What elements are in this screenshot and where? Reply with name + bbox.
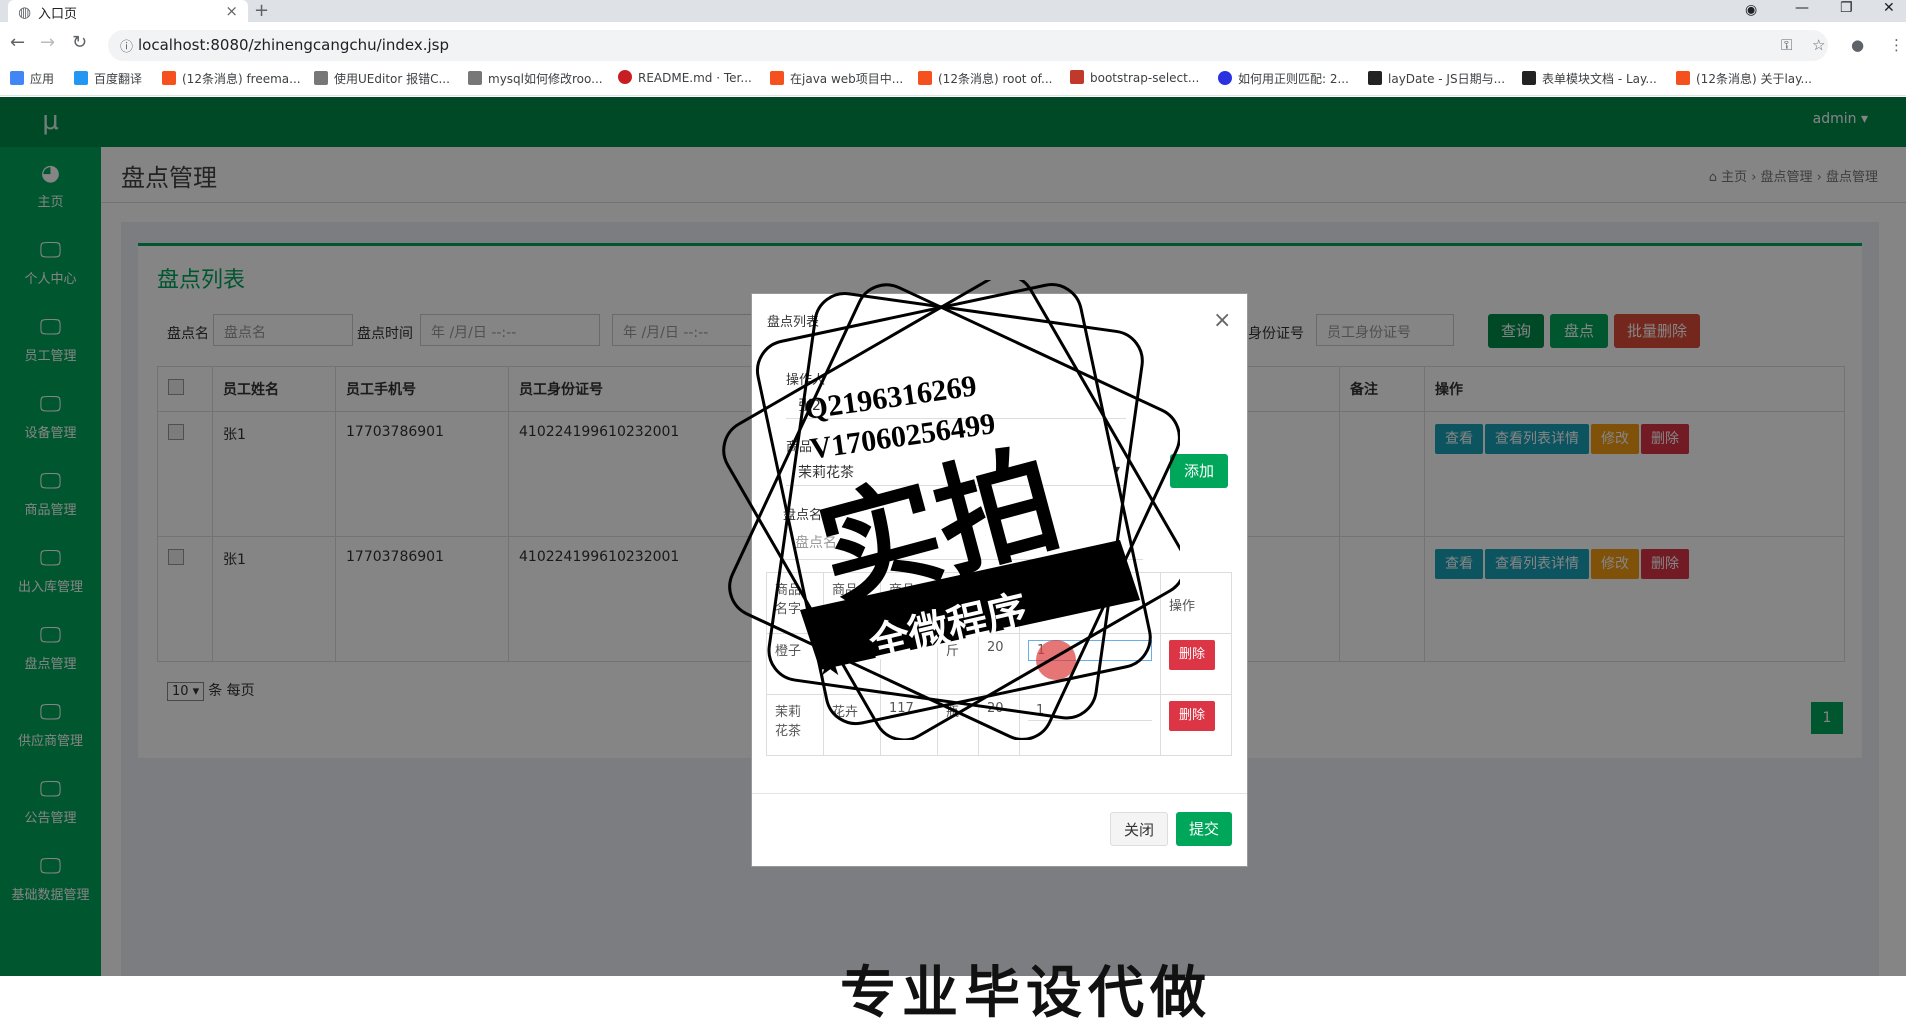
bookmark[interactable]: layDate - JS日期与... <box>1368 70 1505 87</box>
bookmark[interactable]: (12条消息) root of... <box>918 70 1052 87</box>
modal-close-button[interactable]: 关闭 <box>1110 812 1168 846</box>
bookmark[interactable]: 百度翻译 <box>74 70 142 87</box>
minimize-icon[interactable]: — <box>1795 0 1809 16</box>
browser-tab[interactable]: ◍ 入口页 × <box>8 0 248 22</box>
star-icon[interactable]: ☆ <box>1812 36 1825 54</box>
modal-close-icon[interactable]: × <box>1213 308 1231 333</box>
reload-icon[interactable]: ↻ <box>72 32 87 53</box>
new-tab-button[interactable]: + <box>254 0 269 21</box>
bookmark[interactable]: bootstrap-select... <box>1070 70 1199 85</box>
modal-footer-divider <box>752 793 1247 794</box>
key-icon[interactable]: ⚿ <box>1781 36 1792 54</box>
tab-title: 入口页 <box>38 7 78 22</box>
profile-dropdown-icon[interactable]: ◉ <box>1745 2 1757 18</box>
url-text: localhost:8080/zhinengcangchu/index.jsp <box>138 36 450 54</box>
window-close-icon[interactable]: ✕ <box>1883 0 1895 16</box>
forward-icon[interactable]: → <box>40 32 55 53</box>
bookmark[interactable]: mysql如何修改roo... <box>468 70 603 87</box>
address-bar[interactable]: ⓘ localhost:8080/zhinengcangchu/index.js… <box>108 30 1828 61</box>
tab-strip <box>0 0 1906 22</box>
account-icon[interactable]: ● <box>1851 36 1864 54</box>
bookmark[interactable]: 在java web项目中... <box>770 70 903 87</box>
star-icon: ★ <box>1090 554 1120 594</box>
menu-icon[interactable]: ⋮ <box>1889 36 1904 54</box>
video-caption: 专业毕设代做 <box>840 961 1212 1026</box>
bookmark[interactable]: 表单模块文档 - Lay... <box>1522 70 1657 87</box>
bookmark[interactable]: (12条消息) freema... <box>162 70 301 87</box>
back-icon[interactable]: ← <box>10 32 25 53</box>
bookmark[interactable]: README.md · Ter... <box>618 70 752 85</box>
close-tab-icon[interactable]: × <box>225 2 238 20</box>
watermark-stamp: Q2196316269 V17060256499 实拍 全微程序 ★ ★ <box>722 280 1180 740</box>
bookmark[interactable]: 使用UEditor 报错C... <box>314 70 450 87</box>
info-icon[interactable]: ⓘ <box>120 36 133 55</box>
modal-submit-button[interactable]: 提交 <box>1176 812 1232 846</box>
globe-icon: ◍ <box>18 3 32 21</box>
bookmark[interactable]: 如何用正则匹配: 2... <box>1218 70 1349 87</box>
restore-icon[interactable]: ❐ <box>1840 0 1853 16</box>
star-icon: ★ <box>815 644 845 684</box>
bookmark-apps[interactable]: 应用 <box>10 70 54 87</box>
bookmark[interactable]: (12条消息) 关于lay... <box>1676 70 1812 87</box>
